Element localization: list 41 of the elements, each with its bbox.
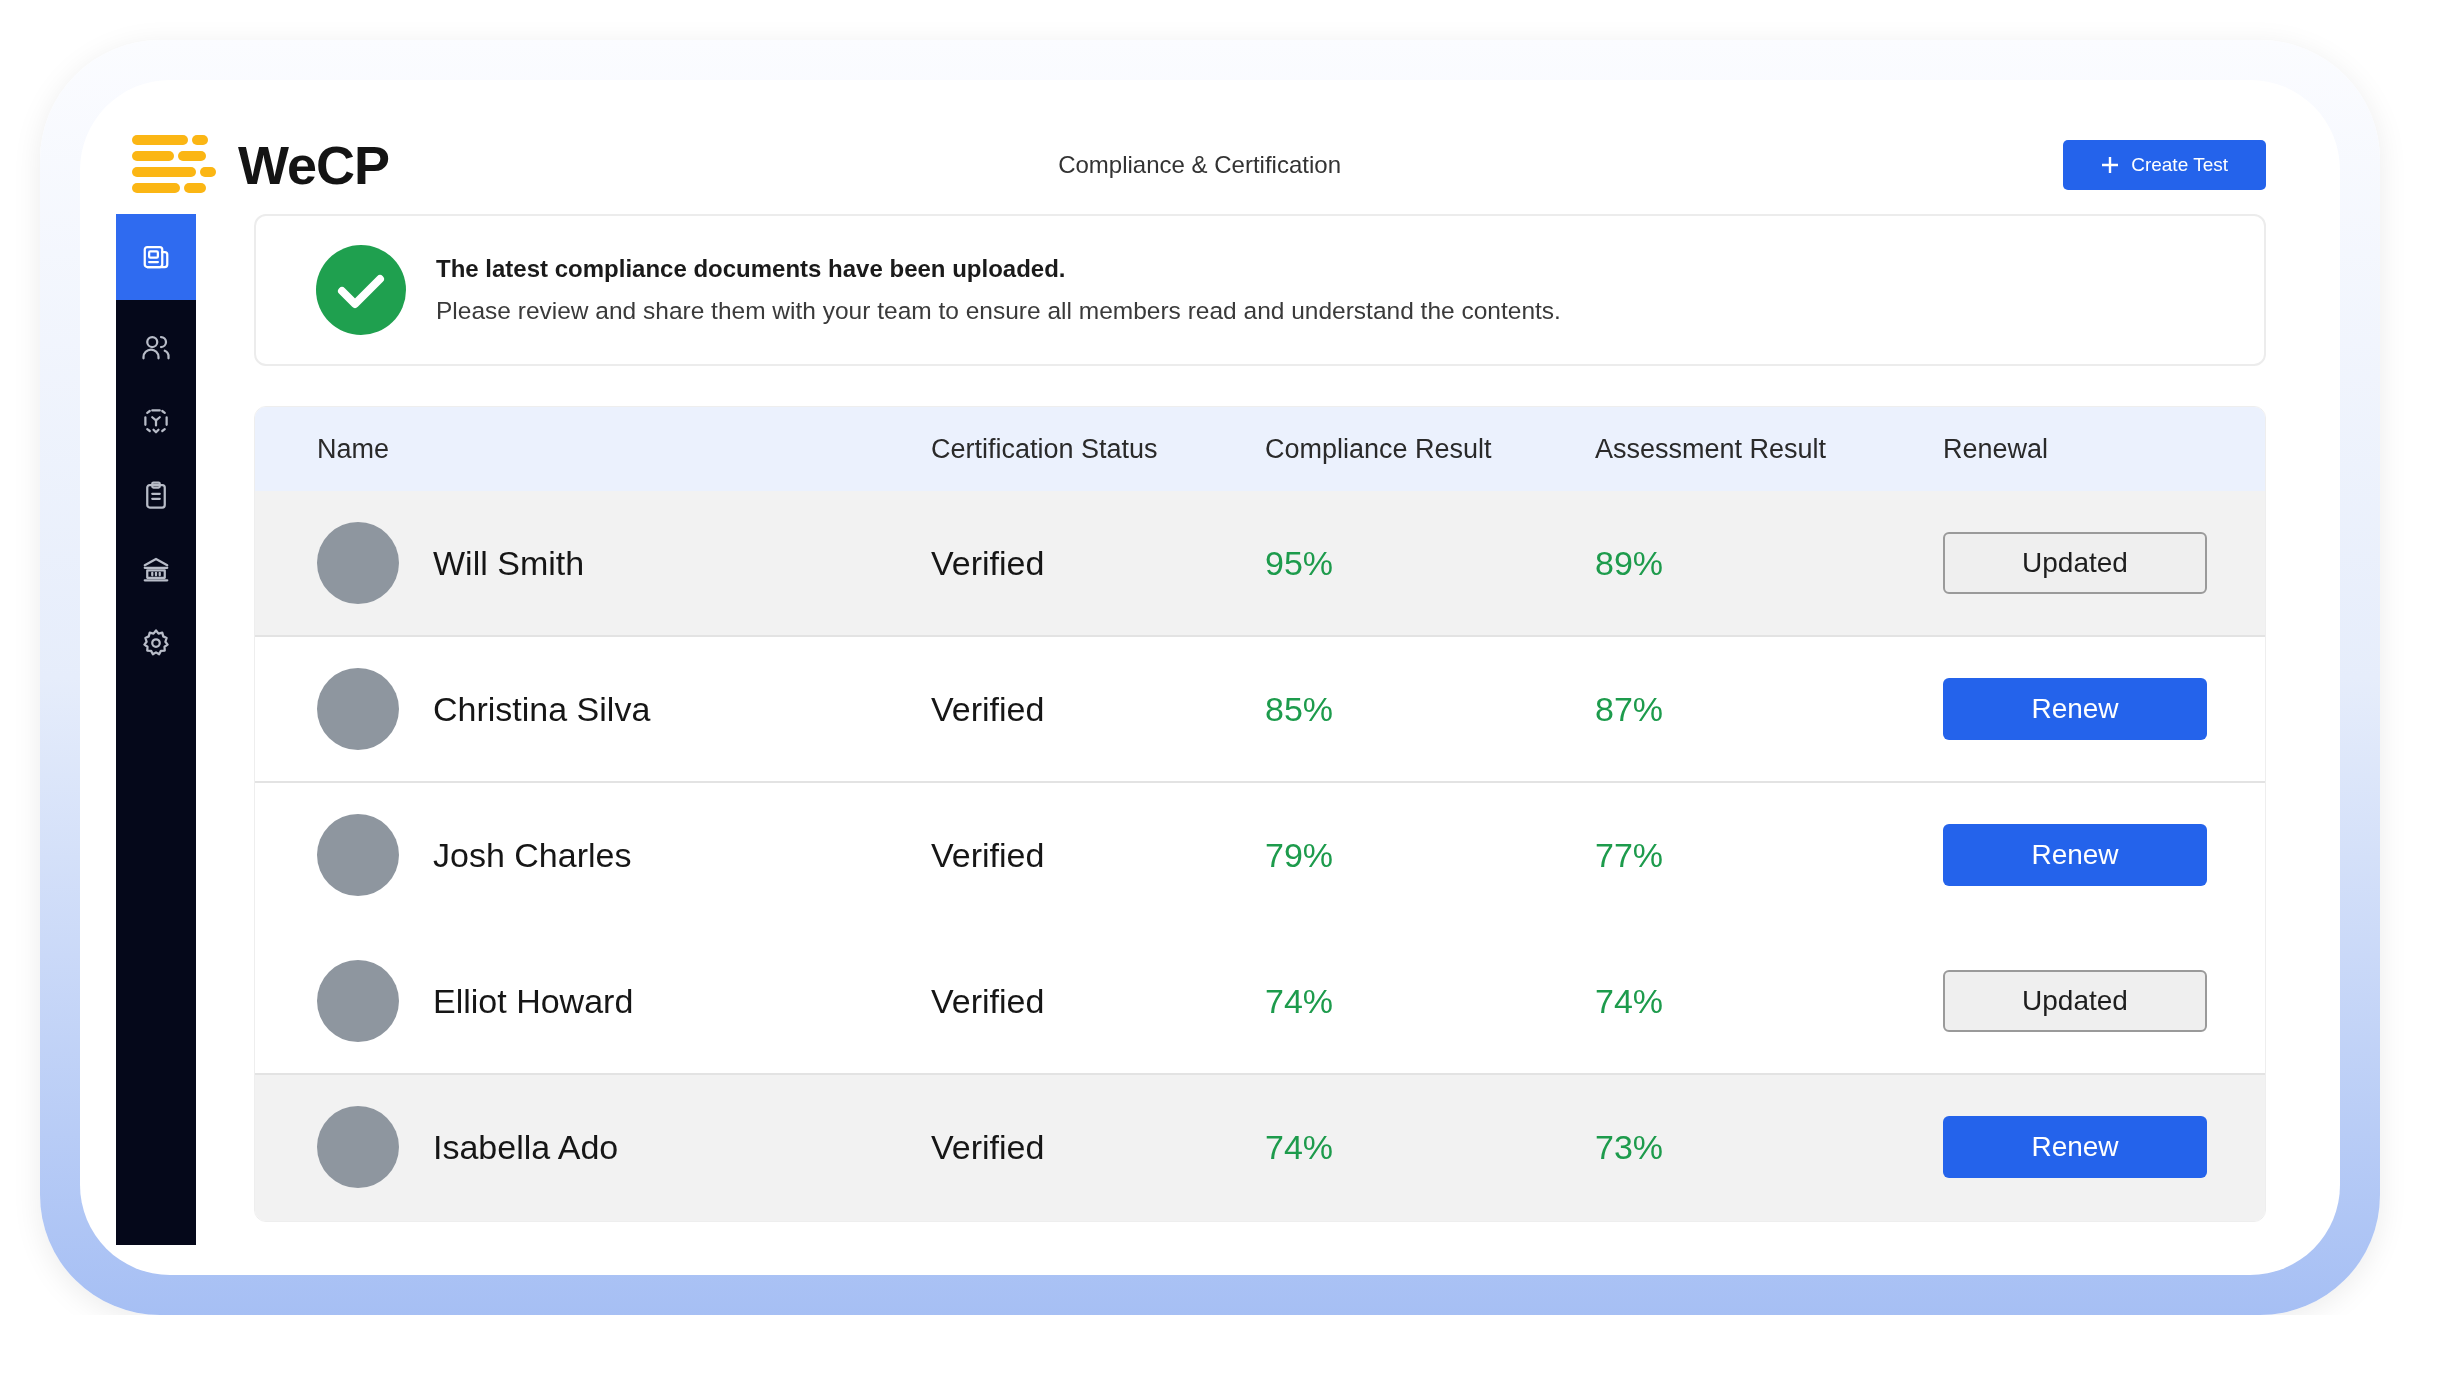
- renew-button[interactable]: Renew: [1943, 824, 2207, 886]
- column-header: Assessment Result: [1595, 433, 1828, 465]
- assessment-result: 87%: [1595, 689, 1664, 728]
- assessment-result: 74%: [1595, 981, 1664, 1020]
- settings-icon: [141, 628, 171, 658]
- certification-status: Verified: [931, 835, 1045, 874]
- certification-status: Verified: [931, 543, 1045, 582]
- assessment-result: 77%: [1595, 835, 1664, 874]
- logo-icon: [132, 134, 218, 196]
- member-name: Isabella Ado: [433, 1127, 619, 1167]
- focus-frame-icon: [141, 406, 171, 436]
- renew-button[interactable]: Renew: [1943, 678, 2207, 740]
- logo-text: WeCP: [238, 134, 390, 196]
- column-header: Compliance Result: [1265, 433, 1493, 465]
- create-test-button[interactable]: Create Test: [2063, 140, 2266, 190]
- member-name: Will Smith: [433, 543, 585, 583]
- member-name: Josh Charles: [433, 835, 632, 875]
- banner-title: The latest compliance documents have been uploaded.: [436, 255, 1067, 283]
- certification-status: Verified: [931, 1127, 1045, 1166]
- compliance-result: 85%: [1265, 689, 1334, 728]
- plus-icon: [2101, 156, 2120, 174]
- sidebar-item[interactable]: [116, 214, 196, 300]
- updated-button[interactable]: Updated: [1943, 970, 2207, 1032]
- check-circle-icon: [316, 245, 406, 335]
- updated-button[interactable]: Updated: [1943, 532, 2207, 594]
- compliance-result: 74%: [1265, 1127, 1334, 1166]
- member-name: Elliot Howard: [433, 981, 634, 1021]
- column-header: Certification Status: [931, 433, 1159, 465]
- certification-status: Verified: [931, 689, 1045, 728]
- column-header: Name: [317, 433, 391, 465]
- assessment-result: 89%: [1595, 543, 1664, 582]
- member-name: Christina Silva: [433, 689, 651, 729]
- compliance-result: 95%: [1265, 543, 1334, 582]
- compliance-result: 74%: [1265, 981, 1334, 1020]
- compliance-result: 79%: [1265, 835, 1334, 874]
- certification-status: Verified: [931, 981, 1045, 1020]
- column-header: Renewal: [1943, 433, 2050, 465]
- assessment-result: 73%: [1595, 1127, 1664, 1166]
- banner-message: Please review and share them with your team to ensure all members read and understand the contents.: [436, 297, 1561, 325]
- page-title: Compliance & Certification: [1057, 151, 1342, 179]
- renew-button[interactable]: Renew: [1943, 1116, 2207, 1178]
